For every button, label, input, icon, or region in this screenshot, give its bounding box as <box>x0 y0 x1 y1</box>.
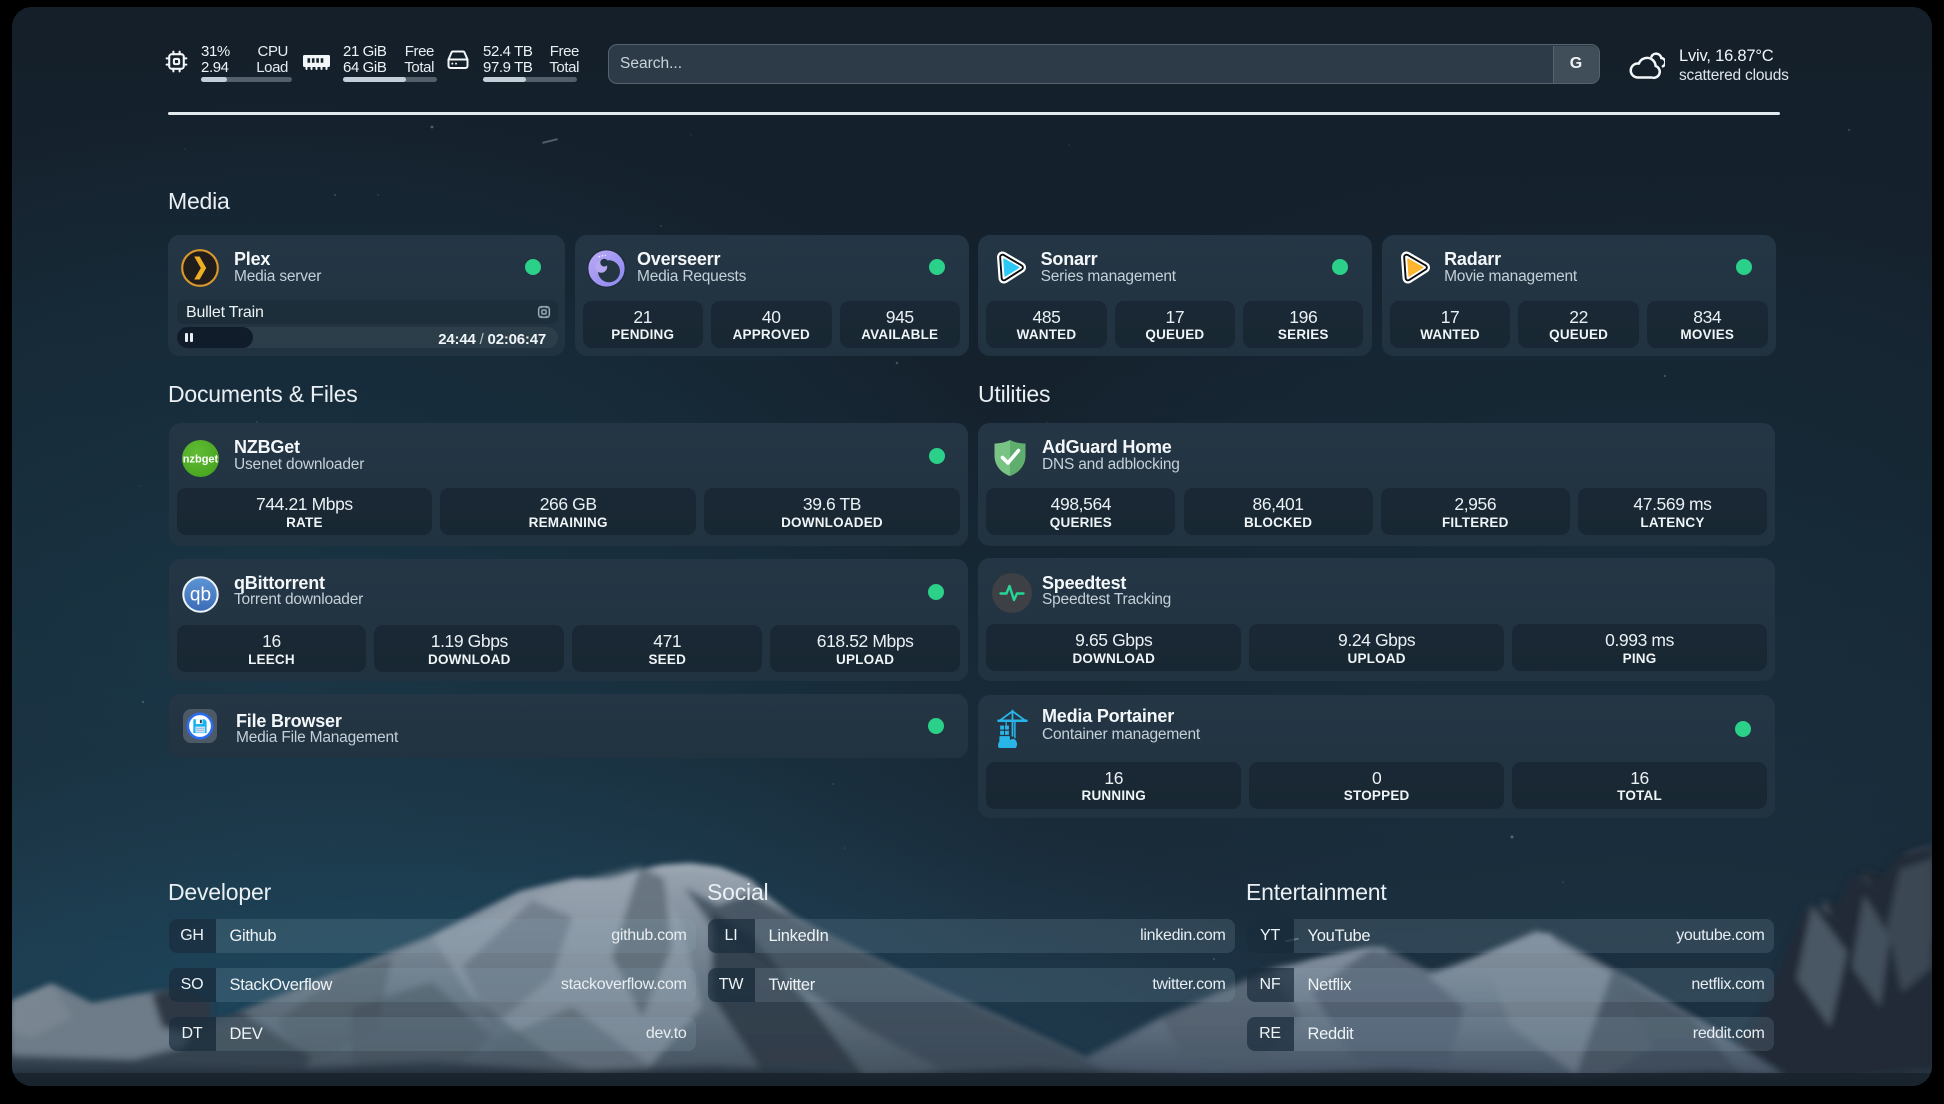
svg-text:nzbget: nzbget <box>183 454 219 466</box>
svg-text:qb: qb <box>190 585 211 606</box>
